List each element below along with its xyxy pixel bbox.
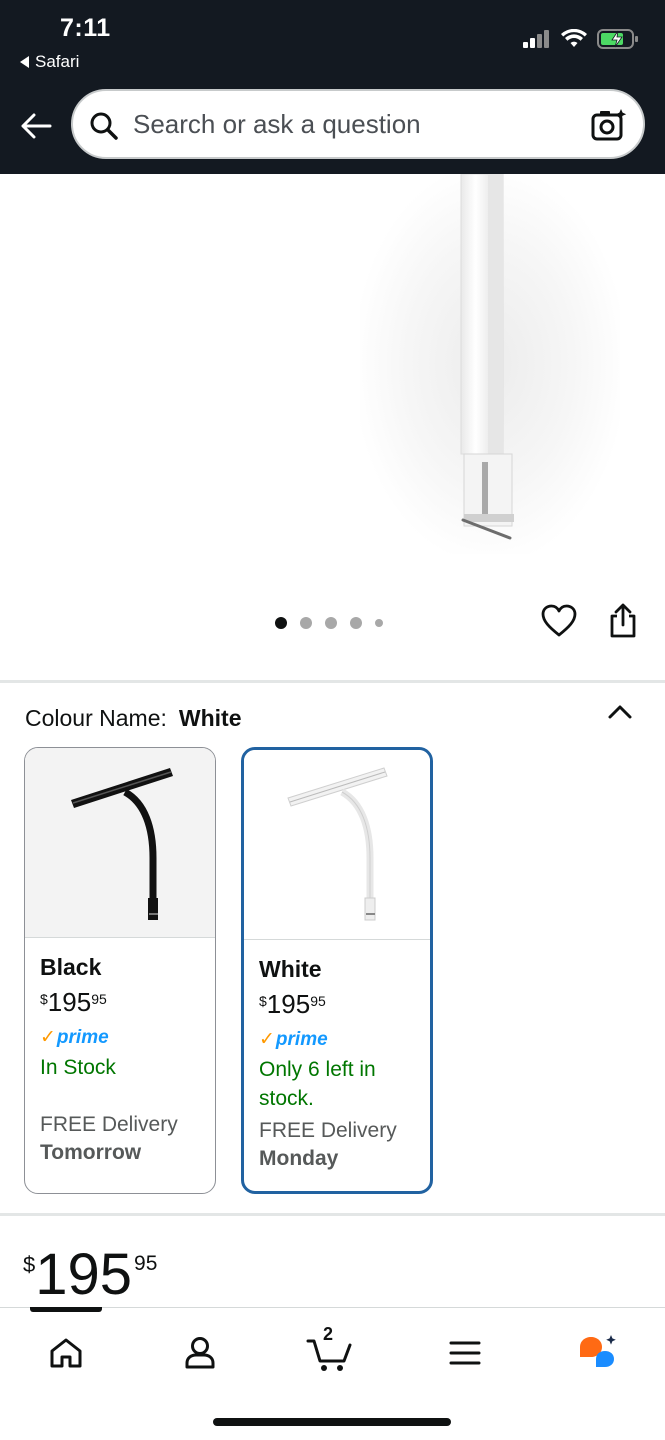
price-symbol: $ bbox=[23, 1252, 36, 1277]
stock-status: In Stock bbox=[40, 1056, 116, 1079]
colour-option-white[interactable]: White $195 95 ✓ prime Only 6 left in stock… bbox=[241, 747, 433, 1194]
home-indicator bbox=[213, 1418, 451, 1426]
colour-name-label: Colour Name: White bbox=[25, 705, 242, 732]
nav-cart[interactable]: 2 bbox=[300, 1324, 360, 1378]
account-icon bbox=[185, 1337, 215, 1369]
pagination-dot[interactable] bbox=[350, 617, 362, 629]
white-lamp-image bbox=[287, 767, 388, 921]
option-name: White bbox=[259, 956, 322, 982]
option-price: $195 95 bbox=[259, 989, 415, 1020]
product-price: $195 95 bbox=[23, 1246, 157, 1304]
back-to-safari-link[interactable]: Safari bbox=[20, 52, 79, 72]
price-whole: 195 bbox=[47, 987, 92, 1017]
delivery-day: Tomorrow bbox=[40, 1141, 142, 1164]
share-icon[interactable] bbox=[607, 603, 639, 639]
pagination-dot[interactable] bbox=[375, 619, 383, 627]
price-whole: 195 bbox=[35, 1242, 133, 1307]
colour-option-black[interactable]: Black $195 95 ✓ prime In Stock FREE Delive… bbox=[24, 747, 216, 1194]
option-name: Black bbox=[40, 954, 102, 980]
wifi-icon bbox=[561, 29, 587, 47]
price-symbol: $ bbox=[259, 993, 267, 1009]
nav-account[interactable] bbox=[170, 1328, 230, 1378]
prime-badge: ✓ prime bbox=[259, 1028, 415, 1051]
chevron-up-icon[interactable] bbox=[606, 702, 634, 722]
pagination-dot[interactable] bbox=[300, 617, 312, 629]
status-icons bbox=[523, 28, 639, 50]
divider bbox=[0, 1213, 665, 1216]
prime-check-icon: ✓ bbox=[259, 1029, 275, 1050]
image-pagination bbox=[275, 617, 383, 629]
swatch-image-black bbox=[25, 748, 215, 938]
product-image[interactable] bbox=[0, 174, 665, 674]
back-button[interactable] bbox=[18, 108, 54, 144]
camera-search-icon[interactable] bbox=[591, 107, 627, 143]
menu-icon bbox=[449, 1341, 481, 1365]
delivery-label: FREE Delivery bbox=[40, 1113, 178, 1136]
back-triangle-icon bbox=[20, 56, 29, 68]
nav-rufus[interactable] bbox=[568, 1328, 628, 1378]
divider bbox=[0, 680, 665, 683]
lamp-stand-image bbox=[460, 174, 514, 540]
battery-charging-icon bbox=[597, 29, 638, 49]
option-price: $195 95 bbox=[40, 987, 200, 1018]
prime-check-icon: ✓ bbox=[40, 1027, 56, 1048]
search-bar[interactable] bbox=[71, 89, 645, 159]
price-fraction: 95 bbox=[134, 1252, 158, 1275]
pagination-dot-active[interactable] bbox=[275, 617, 287, 629]
active-tab-indicator bbox=[30, 1307, 102, 1312]
nav-menu[interactable] bbox=[435, 1328, 495, 1378]
delivery-label: FREE Delivery bbox=[259, 1119, 397, 1142]
black-lamp-image bbox=[71, 768, 173, 920]
colour-selected-value: White bbox=[178, 705, 242, 731]
prime-label: prime bbox=[275, 1028, 328, 1050]
swatch-image-white bbox=[244, 750, 430, 940]
home-icon bbox=[50, 1338, 82, 1368]
delivery-day: Monday bbox=[259, 1147, 339, 1170]
price-whole: 195 bbox=[266, 989, 311, 1019]
cellular-signal-icon bbox=[523, 30, 549, 48]
cart-count-badge: 2 bbox=[323, 1324, 334, 1344]
prime-badge: ✓ prime bbox=[40, 1026, 200, 1049]
search-input[interactable] bbox=[133, 101, 573, 147]
price-symbol: $ bbox=[40, 991, 48, 1007]
top-bar: 7:11 Safari bbox=[0, 0, 665, 174]
status-time: 7:11 bbox=[60, 14, 111, 42]
price-fraction: 95 bbox=[91, 991, 107, 1007]
prime-label: prime bbox=[56, 1026, 109, 1048]
stock-status: Only 6 left in stock. bbox=[259, 1058, 376, 1110]
colour-label-text: Colour Name: bbox=[25, 705, 167, 731]
nav-home[interactable] bbox=[36, 1328, 96, 1378]
search-icon bbox=[90, 112, 118, 140]
price-fraction: 95 bbox=[310, 993, 326, 1009]
arrow-left-icon bbox=[21, 113, 52, 139]
pagination-dot[interactable] bbox=[325, 617, 337, 629]
rufus-icon bbox=[580, 1335, 616, 1367]
back-app-label: Safari bbox=[35, 52, 80, 71]
heart-icon[interactable] bbox=[541, 604, 577, 638]
